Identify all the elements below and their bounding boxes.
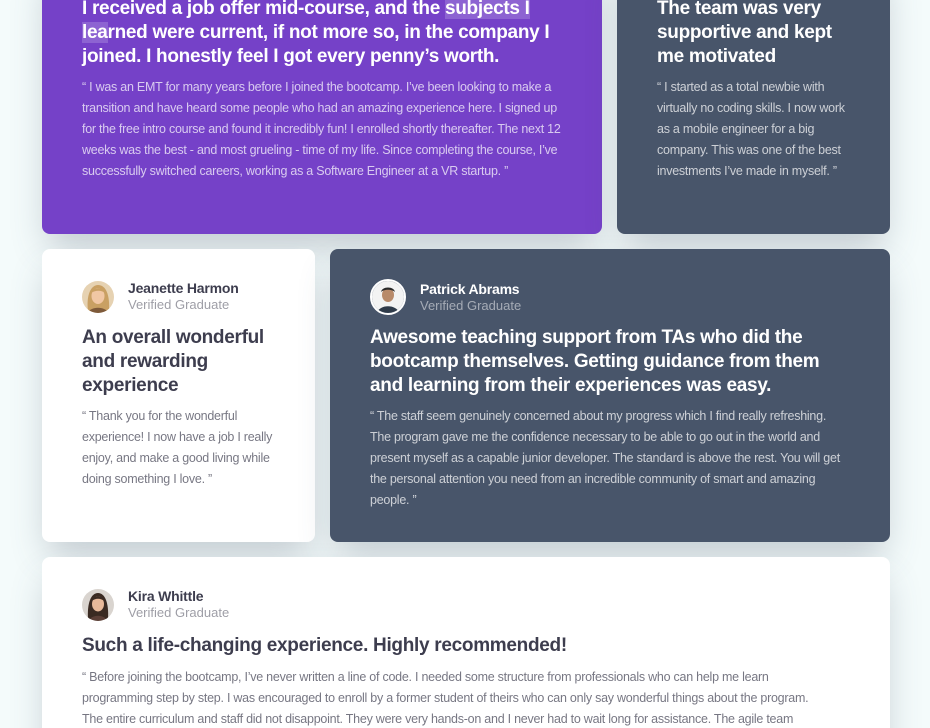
testimonial-quote: “ Before joining the bootcamp, I’ve neve… — [82, 670, 809, 726]
testimonial-quote: “ I was an EMT for many years before I j… — [82, 80, 561, 178]
testimonial-headline: An overall wonderful and rewarding exper… — [82, 327, 264, 396]
testimonial-headline: Such a life-changing experience. Highly … — [82, 635, 567, 656]
testimonial-headline: The team was very supportive and kept me… — [657, 0, 832, 67]
author-role: Verified Graduate — [128, 297, 230, 312]
testimonial-author: Patrick Abrams Verified Graduate — [370, 279, 521, 315]
author-role: Verified Graduate — [128, 605, 230, 620]
avatar-patrick-image — [372, 281, 404, 313]
testimonial-headline: Awesome teaching support from TAs who di… — [370, 327, 820, 396]
testimonial-quote: “ The staff seem genuinely concerned abo… — [370, 409, 840, 507]
testimonial-quote: “ I started as a total newbie with virtu… — [657, 80, 845, 178]
author-name: Jeanette Harmon — [128, 280, 239, 296]
avatar-jeanette-image — [82, 280, 114, 313]
testimonial-card-jonathan: The team was very supportive and kept me… — [617, 0, 890, 234]
avatar — [82, 588, 114, 621]
headline-text-start: I received a job offer mid-course, and t… — [82, 0, 445, 19]
testimonial-author: Jeanette Harmon Verified Graduate — [82, 280, 239, 313]
testimonial-card-daniel: I received a job offer mid-course, and t… — [42, 0, 602, 234]
testimonial-card-kira: Kira Whittle Verified Graduate Such a li… — [42, 557, 890, 728]
avatar-kira-image — [82, 588, 114, 621]
author-name: Patrick Abrams — [420, 280, 520, 297]
avatar — [82, 280, 114, 313]
testimonial-headline: I received a job offer mid-course, and t… — [82, 0, 572, 69]
testimonial-card-jeanette: Jeanette Harmon Verified Graduate An ove… — [42, 249, 315, 542]
testimonial-quote: “ Thank you for the wonderful experience… — [82, 409, 273, 486]
headline-text-end: rned were current, if not more so, in th… — [82, 22, 550, 67]
avatar — [370, 279, 406, 315]
testimonial-card-patrick: Patrick Abrams Verified Graduate Awesome… — [330, 249, 890, 542]
author-name: Kira Whittle — [128, 588, 204, 604]
testimonial-author: Kira Whittle Verified Graduate — [82, 588, 229, 621]
author-role: Verified Graduate — [420, 297, 522, 313]
